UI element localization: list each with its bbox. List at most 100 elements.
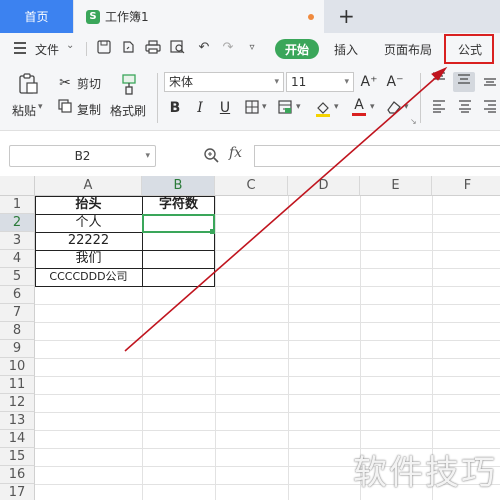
align-middle-icon[interactable]	[453, 72, 475, 92]
row-header-3[interactable]: 3	[0, 232, 35, 250]
hamburger-icon[interactable]	[14, 42, 26, 54]
tab-home-label: 首页	[24, 10, 49, 24]
row-header-6[interactable]: 6	[0, 286, 35, 304]
row-header-16[interactable]: 16	[0, 466, 35, 484]
column-header-d[interactable]: D	[288, 176, 360, 196]
zoom-formula-icon[interactable]	[203, 147, 219, 167]
chevron-down-icon[interactable]: ▾	[262, 102, 267, 112]
file-menu[interactable]: 文件	[35, 41, 59, 58]
tab-home[interactable]: 首页	[0, 0, 73, 33]
align-left-icon[interactable]	[430, 99, 448, 117]
chevron-down-icon: ▾	[145, 151, 150, 161]
align-right-icon[interactable]	[481, 99, 499, 117]
row-header-4[interactable]: 4	[0, 250, 35, 268]
column-header-f[interactable]: F	[432, 176, 500, 196]
row-header-17[interactable]: 17	[0, 484, 35, 500]
row-header-10[interactable]: 10	[0, 358, 35, 376]
row-header-12[interactable]: 12	[0, 394, 35, 412]
chevron-down-icon[interactable]: ▾	[296, 102, 301, 112]
row-header-1[interactable]: 1	[0, 196, 35, 214]
row-header-13[interactable]: 13	[0, 412, 35, 430]
row-header-11[interactable]: 11	[0, 376, 35, 394]
save-icon[interactable]	[96, 40, 112, 56]
column-header-e[interactable]: E	[360, 176, 432, 196]
tab-workbook[interactable]: S 工作簿1	[74, 0, 324, 33]
row-header-15[interactable]: 15	[0, 448, 35, 466]
formula-input[interactable]	[254, 145, 500, 167]
font-name-value: 宋体	[169, 75, 194, 89]
italic-button[interactable]: I	[191, 99, 209, 117]
chevron-down-icon: ▾	[344, 77, 349, 87]
font-dialog-launcher-icon[interactable]: ↘	[410, 117, 417, 126]
chevron-down-icon[interactable]: ⌄	[66, 40, 74, 51]
column-header-c[interactable]: C	[215, 176, 288, 196]
font-size-select[interactable]: 11 ▾	[286, 72, 354, 92]
active-cell-b2[interactable]	[142, 214, 215, 233]
row-header-14[interactable]: 14	[0, 430, 35, 448]
row-header-5[interactable]: 5	[0, 268, 35, 286]
print-icon[interactable]	[145, 40, 161, 56]
spreadsheet-icon: S	[86, 9, 100, 24]
name-box[interactable]: B2 ▾	[9, 145, 156, 167]
fill-pattern-icon[interactable]	[276, 99, 294, 117]
cell-a4[interactable]: 我们	[35, 250, 142, 268]
font-size-value: 11	[291, 75, 307, 89]
unsaved-dot-icon	[308, 14, 314, 20]
row-header-7[interactable]: 7	[0, 304, 35, 322]
tab-workbook-label: 工作簿1	[105, 10, 149, 24]
format-painter-icon[interactable]	[118, 73, 140, 95]
export-icon[interactable]	[120, 40, 136, 56]
fill-color-icon[interactable]	[314, 99, 332, 117]
divider	[420, 73, 421, 123]
cell-a3[interactable]: 22222	[35, 232, 142, 250]
customize-toolbar-icon[interactable]: ▿	[244, 40, 260, 56]
underline-button[interactable]: U	[216, 99, 234, 117]
fill-handle[interactable]	[210, 229, 215, 234]
tab-page-layout[interactable]: 页面布局	[384, 41, 432, 58]
copy-icon[interactable]	[56, 99, 74, 117]
font-color-button[interactable]: A	[350, 97, 368, 116]
column-header-b[interactable]: B	[142, 176, 215, 196]
cell-a5[interactable]: CCCCDDD公司	[35, 268, 142, 286]
font-name-select[interactable]: 宋体 ▾	[164, 72, 284, 92]
grow-font-button[interactable]: A⁺	[360, 73, 378, 91]
row-header-9[interactable]: 9	[0, 340, 35, 358]
align-center-icon[interactable]	[456, 99, 474, 117]
align-top-icon[interactable]	[430, 72, 448, 90]
new-tab-button[interactable]: +	[338, 3, 355, 29]
divider	[86, 42, 87, 56]
redo-icon[interactable]: ↷	[220, 40, 236, 56]
paste-button[interactable]: 粘贴	[12, 102, 36, 119]
cell-a1[interactable]: 抬头	[35, 196, 142, 214]
paste-icon[interactable]	[17, 73, 39, 95]
tab-start[interactable]: 开始	[275, 39, 319, 59]
cut-icon[interactable]: ✂	[56, 74, 74, 92]
font-color-glyph: A	[354, 97, 364, 113]
paste-chevron-icon[interactable]: ▾	[38, 102, 43, 112]
row-header-2[interactable]: 2	[0, 214, 35, 232]
row-header-8[interactable]: 8	[0, 322, 35, 340]
select-all-corner[interactable]	[0, 176, 35, 196]
column-header-a[interactable]: A	[35, 176, 142, 196]
cut-button[interactable]: 剪切	[77, 75, 101, 92]
shrink-font-button[interactable]: A⁻	[386, 73, 404, 91]
format-painter-button[interactable]: 格式刷	[110, 102, 146, 119]
undo-icon[interactable]: ↶	[196, 40, 212, 56]
chevron-down-icon[interactable]: ▾	[404, 102, 409, 112]
insert-function-button[interactable]: fx	[229, 145, 242, 161]
chevron-down-icon[interactable]: ▾	[370, 102, 375, 112]
align-bottom-icon[interactable]	[481, 72, 499, 90]
tab-insert[interactable]: 插入	[334, 41, 358, 58]
cell-a2[interactable]: 个人	[35, 214, 142, 232]
cell-b1[interactable]: 字符数	[142, 196, 215, 214]
borders-icon[interactable]	[243, 99, 261, 117]
bold-button[interactable]: B	[166, 99, 184, 117]
print-preview-icon[interactable]	[170, 40, 186, 56]
clear-format-icon[interactable]	[385, 99, 403, 117]
ribbon: 粘贴 ▾ ✂ 剪切 复制 格式刷 宋体 ▾ 11 ▾ A⁺ A⁻ B I U ▾…	[0, 65, 500, 131]
divider	[157, 73, 158, 123]
copy-button[interactable]: 复制	[77, 101, 101, 118]
chevron-down-icon[interactable]: ▾	[334, 102, 339, 112]
chevron-down-icon: ▾	[274, 77, 279, 87]
name-box-value: B2	[74, 149, 91, 163]
